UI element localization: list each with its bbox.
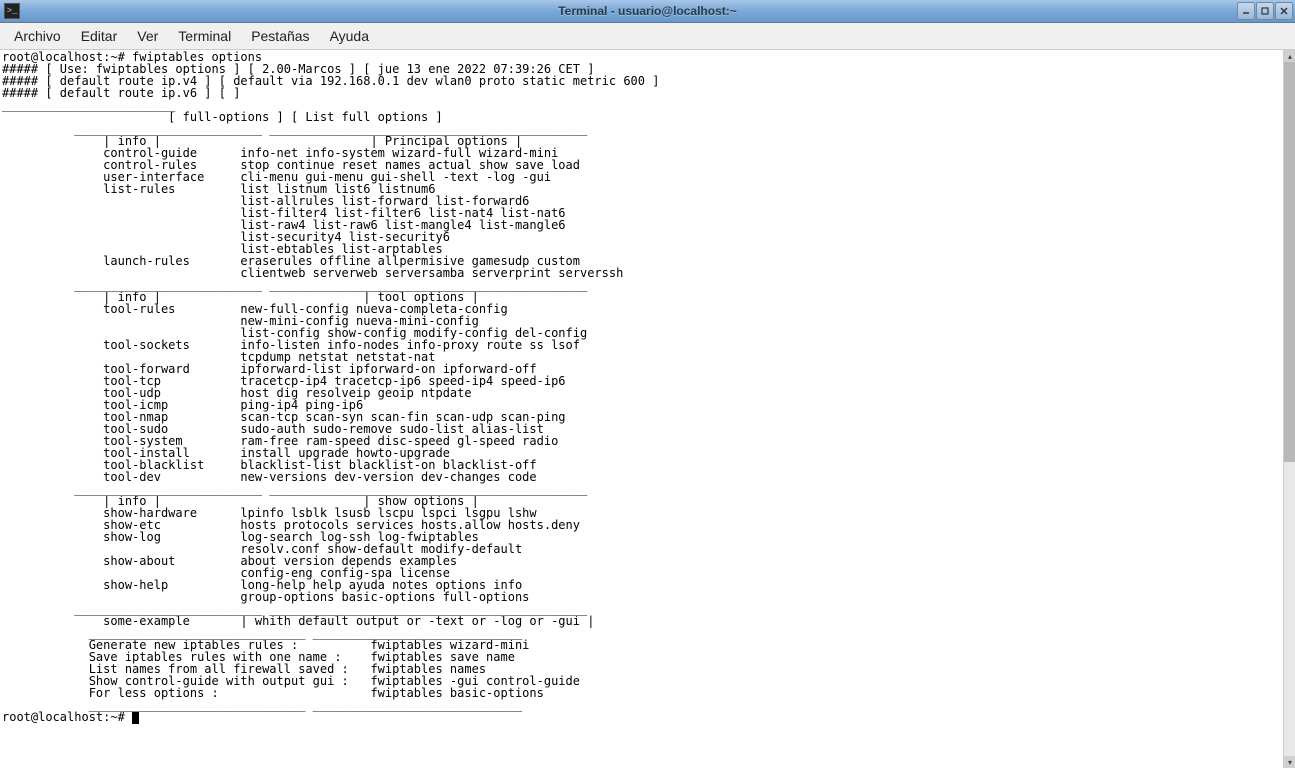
scrollbar[interactable]: ▴ ▾	[1283, 50, 1295, 768]
window-controls	[1237, 2, 1293, 20]
scroll-down-button[interactable]: ▾	[1284, 756, 1295, 768]
scroll-thumb[interactable]	[1284, 62, 1295, 462]
scroll-up-button[interactable]: ▴	[1284, 50, 1295, 62]
minimize-button[interactable]	[1237, 2, 1255, 20]
terminal-app-icon: >_	[4, 3, 20, 19]
menu-ayuda[interactable]: Ayuda	[322, 25, 377, 47]
close-button[interactable]	[1275, 2, 1293, 20]
menu-terminal[interactable]: Terminal	[170, 25, 239, 47]
window-title: Terminal - usuario@localhost:~	[558, 4, 737, 18]
cursor	[132, 712, 139, 724]
prompt: root@localhost:~#	[2, 710, 132, 724]
menu-archivo[interactable]: Archivo	[6, 25, 69, 47]
maximize-button[interactable]	[1256, 2, 1274, 20]
terminal-output[interactable]: root@localhost:~# fwiptables options ###…	[0, 50, 1283, 768]
menu-pestanas[interactable]: Pestañas	[243, 25, 317, 47]
menubar: Archivo Editar Ver Terminal Pestañas Ayu…	[0, 23, 1295, 50]
menu-editar[interactable]: Editar	[73, 25, 126, 47]
titlebar: >_ Terminal - usuario@localhost:~	[0, 0, 1295, 23]
menu-ver[interactable]: Ver	[129, 25, 166, 47]
